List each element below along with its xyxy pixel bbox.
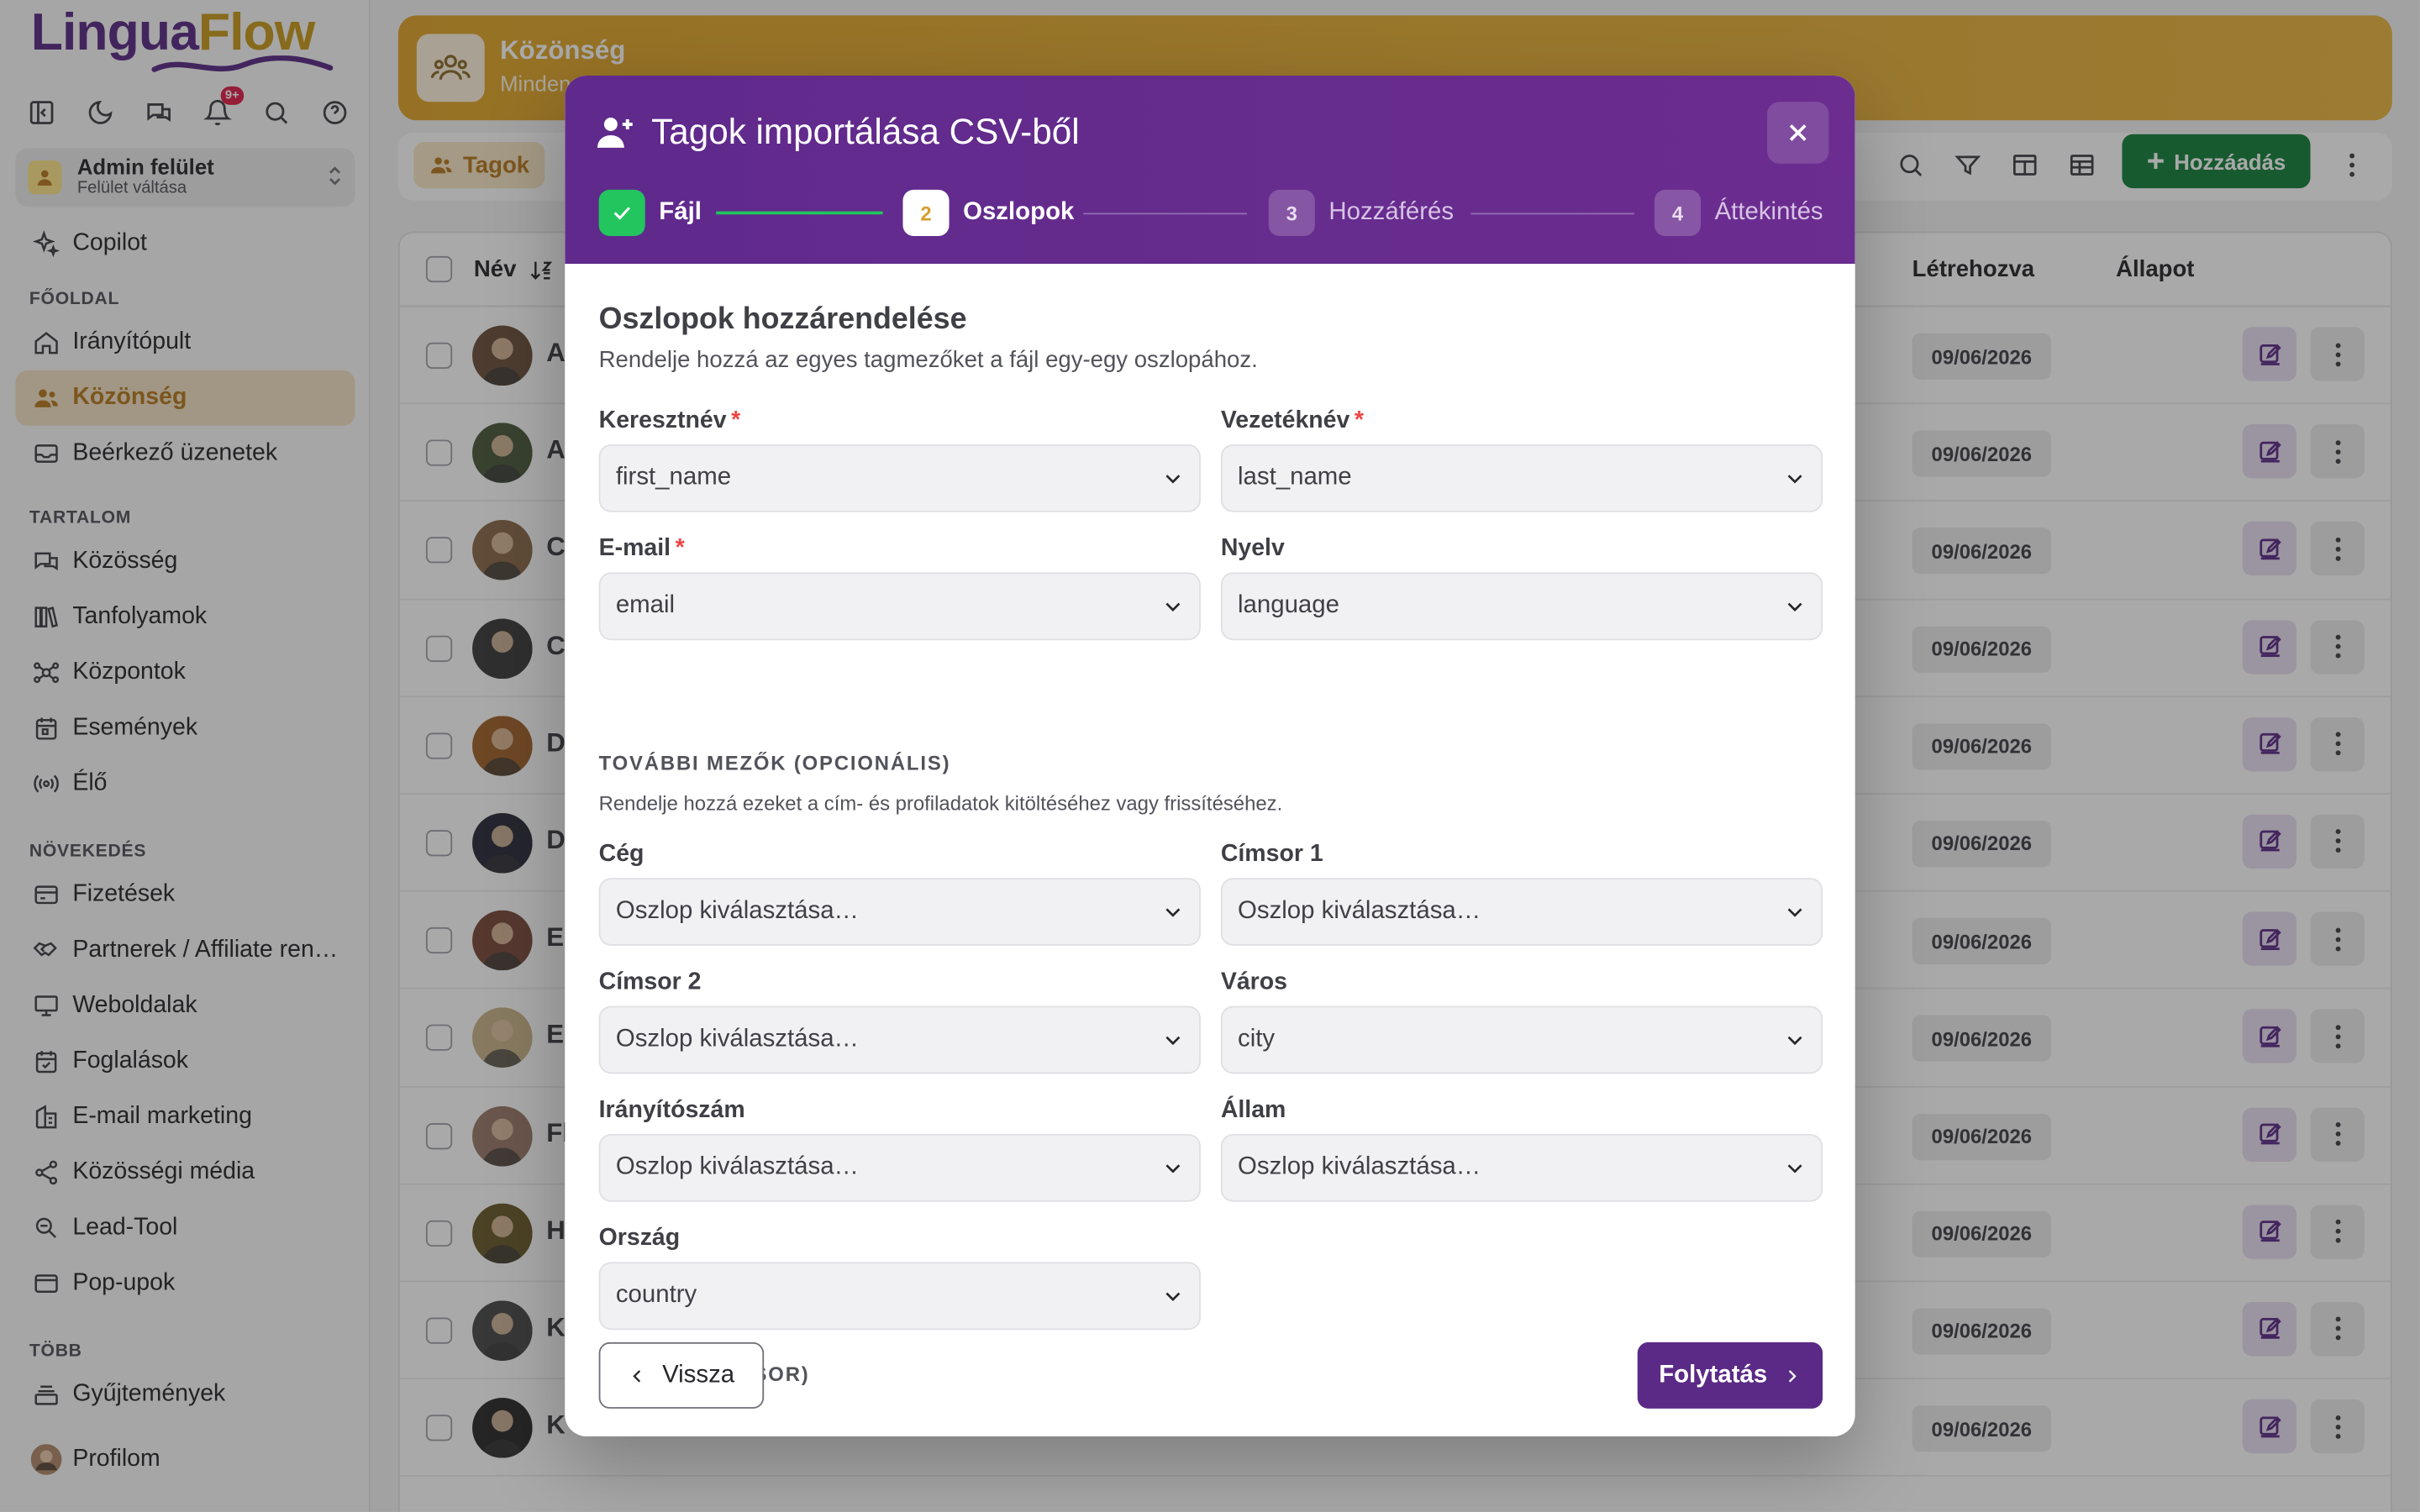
optional-section-title: TOVÁBBI MEZŐK (OPCIONÁLIS): [598, 751, 951, 775]
step-review[interactable]: 4 Áttekintés: [1654, 189, 1823, 237]
email-select[interactable]: email: [598, 572, 1201, 641]
check-icon: [598, 189, 645, 237]
step-number: 2: [902, 189, 950, 237]
city-label: Város: [1220, 969, 1287, 995]
select-value: Oszlop kiválasztása…: [615, 1153, 859, 1181]
last-name-label: Vezetéknév *: [1220, 407, 1364, 434]
chevron-down-icon: [1162, 1029, 1184, 1051]
address2-select[interactable]: Oszlop kiválasztása…: [598, 1005, 1201, 1074]
city-select[interactable]: city: [1220, 1005, 1823, 1074]
language-label: Nyelv: [1220, 535, 1285, 562]
step-number: 4: [1654, 189, 1702, 237]
back-button[interactable]: Vissza: [598, 1341, 765, 1409]
first-name-label: Keresztnév *: [598, 407, 741, 434]
first-name-select[interactable]: first_name: [598, 444, 1201, 512]
last-name-select[interactable]: last_name: [1220, 444, 1823, 512]
select-value: last_name: [1238, 464, 1352, 491]
address1-select[interactable]: Oszlop kiválasztása…: [1220, 878, 1823, 946]
import-csv-modal: Tagok importálása CSV-ből Fájl 2 Oszlopo…: [565, 75, 1855, 1436]
language-select[interactable]: language: [1220, 572, 1823, 641]
chevron-right-icon: [1789, 1369, 1797, 1382]
state-select[interactable]: Oszlop kiválasztása…: [1220, 1133, 1823, 1202]
modal-title: Tagok importálása CSV-ből: [651, 111, 1080, 151]
chevron-down-icon: [1162, 1285, 1184, 1307]
select-value: email: [615, 592, 676, 619]
select-value: Oszlop kiválasztása…: [1238, 1153, 1481, 1181]
select-value: Oszlop kiválasztása…: [615, 897, 859, 925]
chevron-down-icon: [1784, 1158, 1806, 1179]
continue-button[interactable]: Folytatás: [1637, 1341, 1823, 1409]
step-label: Hozzáférés: [1328, 198, 1455, 226]
modal-header: Tagok importálása CSV-ből Fájl 2 Oszlopo…: [565, 75, 1855, 265]
optional-section-description: Rendelje hozzá ezeket a cím- és profilad…: [598, 791, 1283, 815]
step-connector: [716, 211, 883, 215]
select-value: country: [615, 1282, 697, 1309]
zip-select[interactable]: Oszlop kiválasztása…: [598, 1133, 1201, 1202]
continue-button-label: Folytatás: [1659, 1361, 1768, 1389]
chevron-left-icon: [633, 1369, 641, 1382]
chevron-down-icon: [1162, 1158, 1184, 1179]
select-value: language: [1238, 592, 1339, 619]
address2-label: Címsor 2: [598, 969, 702, 995]
close-button[interactable]: [1767, 102, 1829, 164]
step-label: Áttekintés: [1714, 198, 1823, 226]
user-plus-icon: [596, 113, 636, 160]
zip-label: Irányítószám: [598, 1096, 745, 1124]
select-value: first_name: [615, 464, 732, 491]
country-select[interactable]: country: [598, 1262, 1201, 1331]
step-number: 3: [1268, 189, 1315, 237]
select-value: Oszlop kiválasztása…: [1238, 897, 1481, 925]
chevron-down-icon: [1784, 901, 1806, 923]
step-connector: [1470, 213, 1635, 215]
step-connector: [1083, 213, 1248, 215]
chevron-down-icon: [1784, 468, 1806, 490]
chevron-down-icon: [1784, 1029, 1806, 1051]
email-label: E-mail *: [598, 535, 685, 562]
chevron-down-icon: [1784, 596, 1806, 617]
chevron-down-icon: [1162, 468, 1184, 490]
section-description: Rendelje hozzá az egyes tagmezőket a fáj…: [598, 347, 1258, 374]
close-icon: [1789, 124, 1807, 141]
back-button-label: Vissza: [662, 1361, 735, 1389]
step-access[interactable]: 3 Hozzáférés: [1268, 189, 1455, 237]
chevron-down-icon: [1162, 596, 1184, 617]
step-label: Fájl: [659, 198, 702, 226]
select-value: city: [1238, 1026, 1276, 1053]
step-file[interactable]: Fájl: [598, 189, 702, 237]
state-label: Állam: [1220, 1096, 1286, 1124]
company-label: Cég: [598, 841, 644, 868]
chevron-down-icon: [1162, 901, 1184, 923]
company-select[interactable]: Oszlop kiválasztása…: [598, 878, 1201, 946]
step-label: Oszlopok: [963, 198, 1075, 226]
step-columns[interactable]: 2 Oszlopok: [902, 189, 1075, 237]
section-title: Oszlopok hozzárendelése: [598, 302, 967, 337]
select-value: Oszlop kiválasztása…: [615, 1026, 859, 1053]
address1-label: Címsor 1: [1220, 841, 1323, 868]
country-label: Ország: [598, 1225, 681, 1252]
